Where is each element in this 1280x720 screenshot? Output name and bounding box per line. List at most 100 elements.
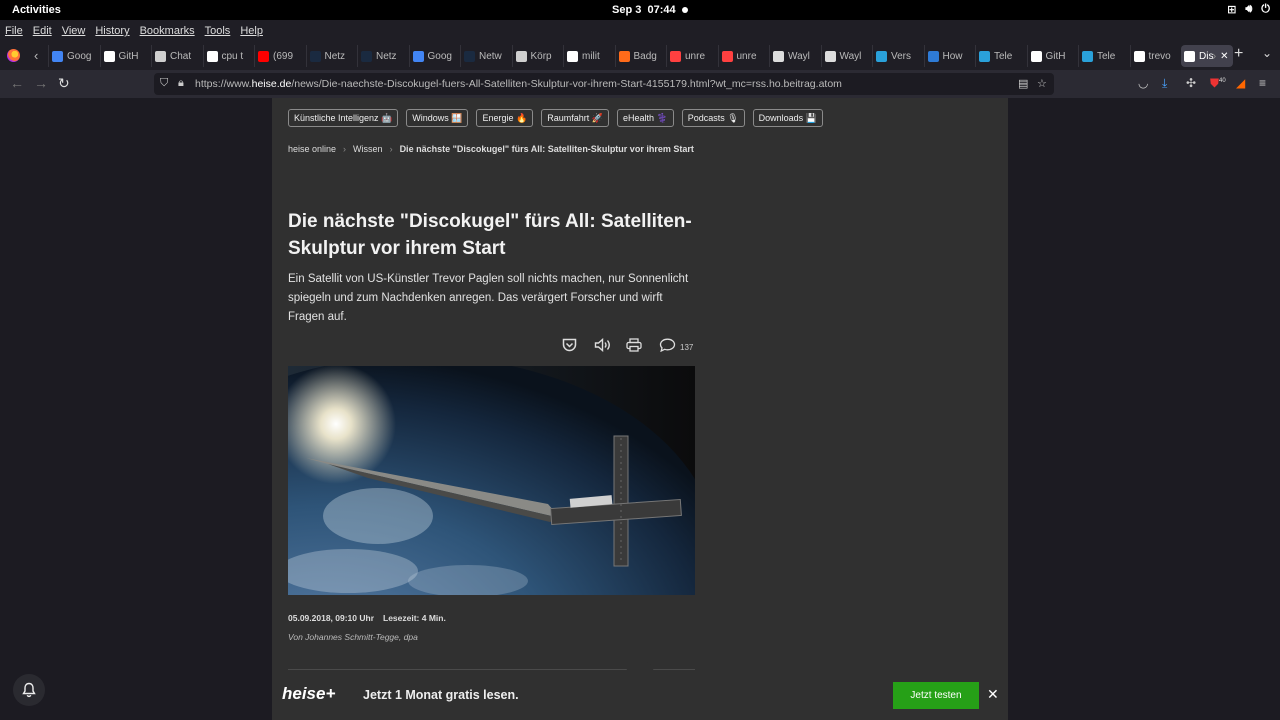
menu-edit[interactable]: Edit <box>33 25 52 37</box>
tab-label: unre <box>736 50 757 62</box>
browser-tab[interactable]: Goog <box>408 45 461 67</box>
browser-tab[interactable]: milit <box>563 45 615 67</box>
tab-favicon-icon <box>103 50 115 62</box>
menu-history[interactable]: History <box>95 25 129 37</box>
clock-time: 07:44 <box>647 4 676 16</box>
app-menu-icon[interactable]: ≡ <box>1259 76 1266 90</box>
try-now-button[interactable]: Jetzt testen <box>893 682 979 709</box>
close-icon[interactable]: ✕ <box>987 686 999 703</box>
tab-favicon-icon <box>515 50 527 62</box>
comment-count[interactable]: 137 <box>680 343 693 352</box>
topic-podcasts[interactable]: Podcasts 🎙 <box>681 109 745 127</box>
menu-tools[interactable]: Tools <box>205 25 231 37</box>
activities-button[interactable]: Activities <box>12 4 61 16</box>
browser-tab[interactable]: Tele <box>1078 45 1130 67</box>
tab-list: Goog GitH Chat cpu t (699 Netz Netz Goog Netw Kör… <box>48 45 1233 67</box>
topic-windows[interactable]: Windows 🪟 <box>406 109 469 127</box>
tab-label: milit <box>582 50 600 62</box>
reload-icon[interactable]: ↻ <box>58 75 70 92</box>
menu-view[interactable]: View <box>62 25 86 37</box>
topic-pills: Künstliche Intelligenz 🤖 Windows 🪟 Energ… <box>288 109 823 127</box>
browser-tab[interactable]: Netw <box>460 45 512 67</box>
url-text[interactable]: https://www.heise.de/news/Die-naechste-D… <box>195 78 842 90</box>
tracking-shield-icon[interactable]: ⛉ <box>160 77 168 90</box>
browser-tab[interactable]: unre <box>717 45 770 67</box>
print-icon[interactable] <box>626 338 642 355</box>
downloads-icon[interactable]: ⤓ <box>1162 76 1167 91</box>
tab-favicon-icon <box>1184 50 1195 62</box>
ublock-badge: 40 <box>1219 78 1226 84</box>
article-hero-image[interactable] <box>288 366 695 595</box>
browser-tab[interactable]: Vers <box>872 45 924 67</box>
topic-energie[interactable]: Energie 🔥 <box>476 109 534 127</box>
browser-tab[interactable]: How <box>923 45 976 67</box>
topic-raumfahrt[interactable]: Raumfahrt 🚀 <box>541 109 609 127</box>
browser-tab[interactable]: Badg <box>614 45 667 67</box>
topic-ehealth[interactable]: eHealth ⚕️ <box>616 109 674 127</box>
ublock-icon[interactable]: ⛊40 <box>1210 76 1226 91</box>
url-bar[interactable]: ⛉ 🔒︎ https://www.heise.de/news/Die-naech… <box>154 73 1054 95</box>
browser-tab[interactable]: Wayl <box>769 45 821 67</box>
clock-date: Sep 3 <box>612 4 642 16</box>
browser-tab[interactable]: GitH <box>99 45 152 67</box>
tab-favicon-icon <box>979 50 990 62</box>
pocket-icon[interactable] <box>562 338 577 355</box>
clock[interactable]: Sep 3 07:44 <box>612 4 676 16</box>
comment-icon[interactable] <box>659 338 676 355</box>
article-lead: Ein Satellit von US-Künstler Trevor Pagl… <box>288 273 689 323</box>
lock-icon[interactable]: 🔒︎ <box>178 77 184 90</box>
browser-tab[interactable]: cpu t <box>202 45 255 67</box>
tab-favicon-icon <box>1082 50 1093 62</box>
pocket-toolbar-icon[interactable]: ◡ <box>1138 76 1148 90</box>
browser-tab[interactable]: Netz <box>357 45 409 67</box>
menu-file[interactable]: File <box>5 25 23 37</box>
breadcrumb-current: Die nächste "Discokugel" fürs All: Satel… <box>399 144 694 154</box>
back-icon[interactable]: ← <box>10 75 24 91</box>
topic-downloads[interactable]: Downloads 💾 <box>752 109 823 127</box>
tab-active[interactable]: Dis ✕ <box>1181 45 1233 67</box>
tab-label: Tele <box>1097 50 1116 62</box>
tab-favicon-icon <box>927 50 939 62</box>
tab-label: Netz <box>324 50 346 62</box>
bookmark-star-icon[interactable]: ☆ <box>1037 77 1047 90</box>
browser-tab[interactable]: GitH <box>1026 45 1079 67</box>
extensions-icon[interactable]: ✣ <box>1186 76 1196 90</box>
bell-icon[interactable] <box>13 674 45 706</box>
forward-icon[interactable]: → <box>34 75 48 91</box>
url-path: /news/Die-naechste-Discokugel-fuers-All-… <box>291 78 842 90</box>
heise-plus-banner: heise+ Jetzt 1 Monat gratis lesen. Jetzt… <box>272 672 1008 720</box>
menu-help[interactable]: Help <box>240 25 263 37</box>
menu-bar: File Edit View History Bookmarks Tools H… <box>0 20 1280 42</box>
article-meta: 05.09.2018, 09:10 Uhr Lesezeit: 4 Min. <box>288 613 446 623</box>
article-column: Künstliche Intelligenz 🤖 Windows 🪟 Energ… <box>272 98 1008 720</box>
tab-label: cpu t <box>221 50 244 62</box>
topic-ki[interactable]: Künstliche Intelligenz 🤖 <box>288 109 399 127</box>
system-tray[interactable]: ⊞ 🔊︎ ⏻ <box>1227 3 1270 16</box>
firefox-view-icon[interactable] <box>7 49 20 62</box>
browser-tab[interactable]: Wayl <box>820 45 873 67</box>
addon-icon[interactable]: ◢ <box>1236 76 1245 90</box>
breadcrumb-section[interactable]: Wissen <box>353 144 383 154</box>
reader-view-icon[interactable]: ▤ <box>1018 77 1028 90</box>
breadcrumb: heise online › Wissen › Die nächste "Dis… <box>288 144 694 154</box>
tab-favicon-icon <box>876 50 887 62</box>
browser-tab[interactable]: Netz <box>305 45 358 67</box>
heise-plus-logo[interactable]: heise+ <box>282 684 335 704</box>
close-tab-icon[interactable]: ✕ <box>1220 51 1228 62</box>
browser-tab[interactable]: unre <box>666 45 718 67</box>
scroll-tabs-right-icon[interactable]: › <box>1212 48 1216 63</box>
browser-tab[interactable]: Goog <box>48 45 100 67</box>
scroll-tabs-left-icon[interactable]: ‹ <box>34 48 38 63</box>
list-all-tabs-icon[interactable]: ⌄ <box>1262 46 1272 60</box>
browser-tab[interactable]: Chat <box>151 45 203 67</box>
browser-tab[interactable]: Tele <box>975 45 1027 67</box>
browser-tab[interactable]: Körp <box>511 45 564 67</box>
read-aloud-icon[interactable] <box>594 337 611 355</box>
tab-label: trevo <box>1148 50 1171 62</box>
menu-bookmarks[interactable]: Bookmarks <box>140 25 195 37</box>
browser-tab[interactable]: (699 <box>254 45 306 67</box>
tab-label: Netz <box>376 50 397 62</box>
breadcrumb-home[interactable]: heise online <box>288 144 336 154</box>
new-tab-icon[interactable]: + <box>1234 45 1243 63</box>
browser-tab[interactable]: trevo <box>1129 45 1182 67</box>
